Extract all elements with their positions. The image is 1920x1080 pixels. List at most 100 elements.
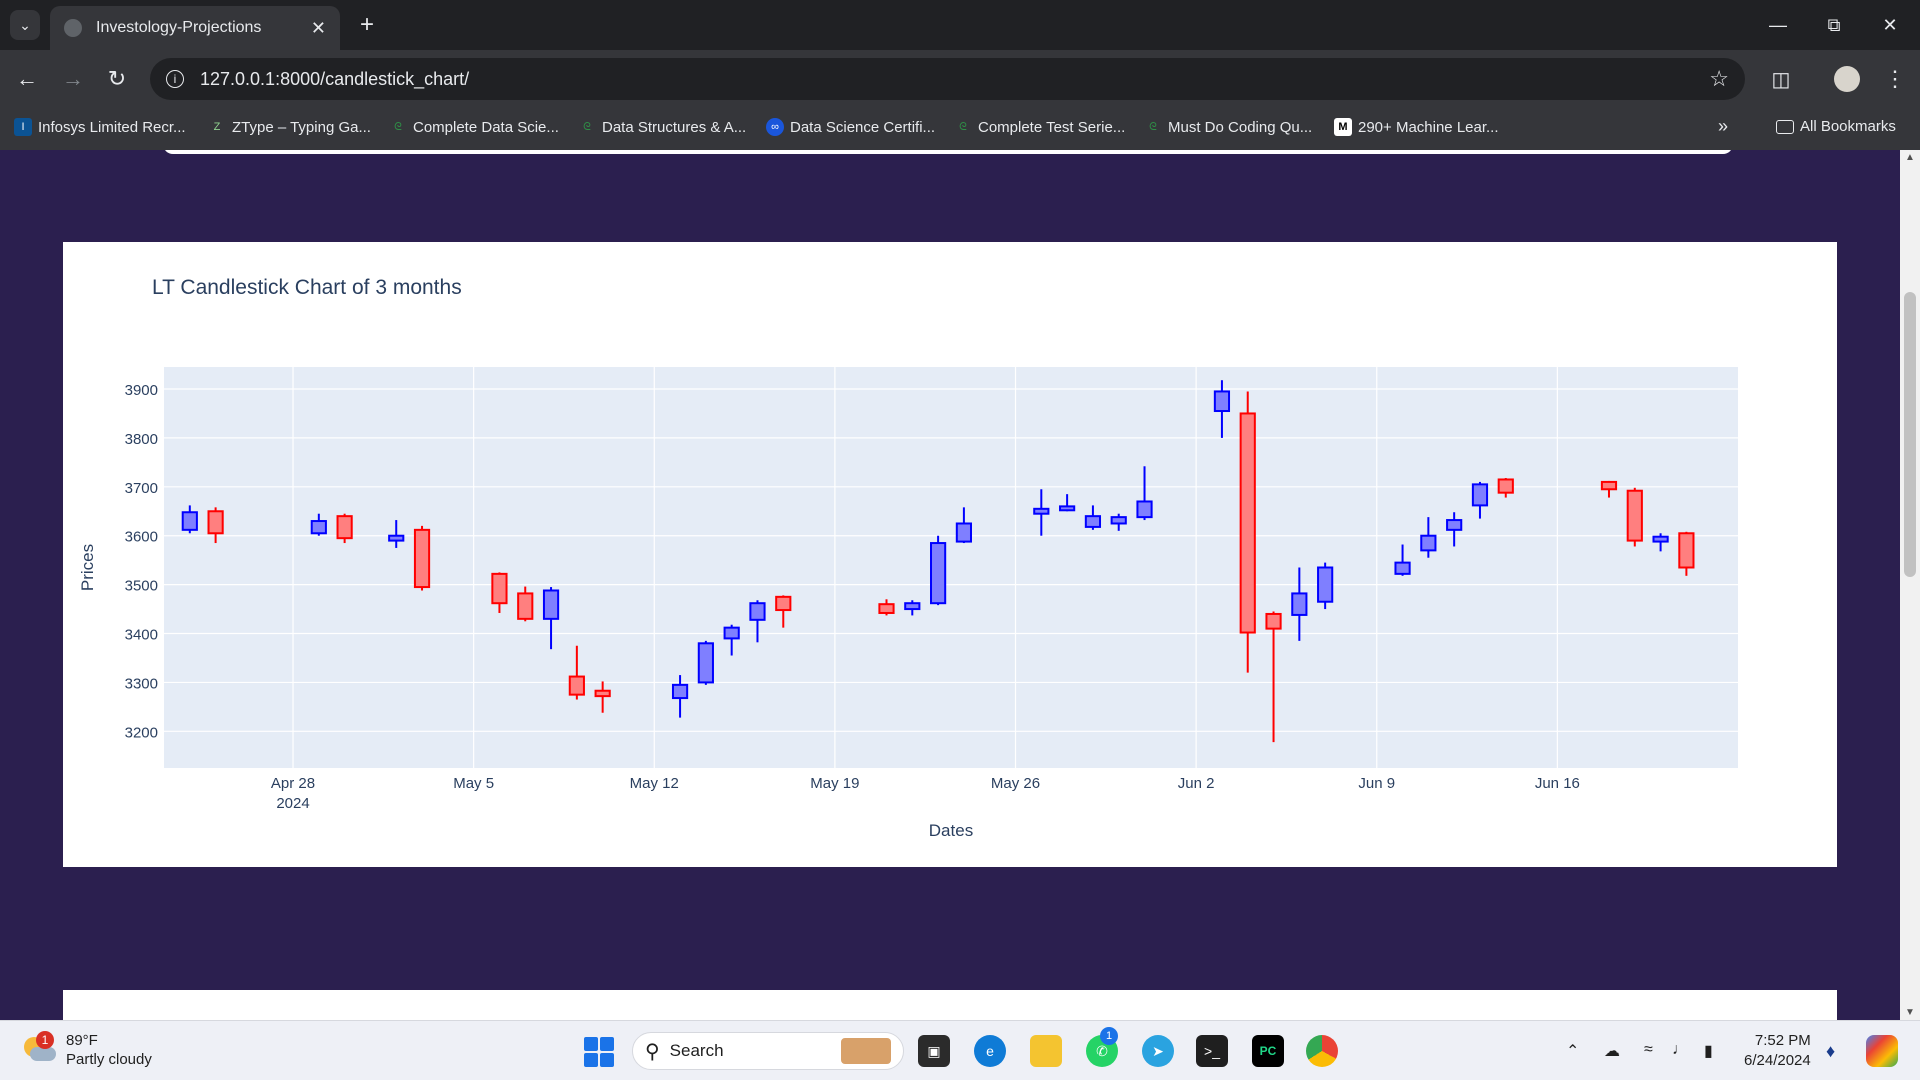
bookmarks-bar: I Infosys Limited Recr... Z ZType – Typing… [0, 108, 1920, 150]
candle-body [310, 520, 327, 535]
bookmark-data-structures[interactable]: ᘓ Data Structures & A... [578, 118, 746, 136]
tab-close-icon[interactable]: ✕ [311, 18, 326, 39]
bookmark-data-science-cert[interactable]: ∞ Data Science Certifi... [766, 118, 935, 136]
candle-body [1652, 535, 1669, 543]
taskbar-search[interactable]: ⚲ Search [632, 1032, 904, 1070]
window-close-button[interactable]: ✕ [1870, 10, 1910, 40]
bookmark-ml-projects[interactable]: M 290+ Machine Lear... [1334, 118, 1499, 136]
next-card [63, 990, 1837, 1020]
ztype-icon: Z [213, 121, 221, 133]
y-tick-label: 3300 [125, 675, 158, 692]
copilot-icon[interactable] [1866, 1035, 1898, 1067]
minimize-button[interactable]: — [1758, 10, 1798, 40]
address-bar[interactable]: i 127.0.0.1:8000/candlestick_chart/ ☆ [150, 58, 1745, 100]
candle-decreasing [336, 513, 353, 544]
task-view-icon[interactable]: ▣ [918, 1035, 950, 1067]
x-tick-label: Jun 9 [1358, 775, 1395, 792]
browser-menu-icon[interactable]: ⋮ [1880, 64, 1910, 94]
tab-title: Investology-Projections [96, 19, 262, 36]
more-bookmarks-button[interactable]: » [1718, 116, 1728, 137]
clock[interactable]: 7:52 PM 6/24/2024 [1744, 1031, 1811, 1071]
candle-body [1213, 390, 1231, 413]
taskbar: 1 89°F Partly cloudy ⚲ Search ▣ e ✆ 1 ➤ … [0, 1020, 1920, 1080]
weather-badge: 1 [36, 1031, 54, 1049]
telegram-icon[interactable]: ➤ [1142, 1035, 1174, 1067]
extensions-icon[interactable]: ◫ [1766, 64, 1796, 94]
bookmark-complete-data-science[interactable]: ᘓ Complete Data Scie... [389, 118, 559, 136]
forward-arrow-icon[interactable]: → [58, 64, 88, 94]
show-hidden-icons-icon[interactable]: ⌃ [1566, 1041, 1579, 1061]
candle-body [1497, 478, 1514, 494]
plot-area[interactable] [164, 367, 1738, 768]
y-tick-label: 3600 [125, 529, 158, 546]
candle-body [955, 522, 972, 543]
candle-body [1291, 592, 1308, 616]
volume-icon[interactable]: ♩ [1672, 1041, 1688, 1059]
candle-body [568, 675, 585, 696]
candle-body [1265, 612, 1282, 630]
edge-icon[interactable]: e [974, 1035, 1006, 1067]
y-tick-label: 3500 [125, 578, 158, 595]
reload-icon[interactable]: ↻ [102, 64, 132, 94]
candle-body [904, 602, 921, 611]
bookmark-complete-test-series[interactable]: ᘓ Complete Test Serie... [954, 118, 1125, 136]
candle-body [1084, 515, 1102, 528]
search-icon: ⚲ [645, 1040, 660, 1063]
back-arrow-icon[interactable]: ← [12, 64, 42, 94]
chrome-icon[interactable] [1306, 1035, 1338, 1067]
candle-body [1420, 534, 1437, 552]
candle-body [336, 515, 353, 540]
browser-toolbar: ← → ↻ i 127.0.0.1:8000/candlestick_chart… [0, 50, 1920, 108]
wifi-icon[interactable]: ≈ [1644, 1041, 1653, 1059]
all-bookmarks-button[interactable]: All Bookmarks [1776, 118, 1896, 135]
gfg-icon: ᘓ [394, 121, 402, 133]
bookmark-infosys[interactable]: I Infosys Limited Recr... [14, 118, 186, 136]
battery-icon[interactable]: ▮ [1704, 1041, 1713, 1061]
partly-cloudy-icon: 1 [22, 1031, 56, 1065]
browser-tab[interactable]: Investology-Projections ✕ [50, 6, 340, 50]
candle-body [1600, 480, 1618, 491]
onedrive-icon[interactable]: ☁ [1604, 1041, 1620, 1061]
x-tick-label: May 19 [810, 775, 859, 792]
scroll-thumb[interactable] [1904, 292, 1916, 577]
site-info-icon[interactable]: i [166, 70, 184, 88]
chart-title: LT Candlestick Chart of 3 months [152, 276, 462, 299]
folder-icon [1776, 119, 1794, 134]
restore-button[interactable]: ⧉ [1814, 10, 1854, 40]
chart-card: LT Candlestick Chart of 3 months 3200 330… [63, 242, 1837, 867]
scroll-down-arrow-icon[interactable]: ▼ [1900, 1007, 1920, 1018]
pycharm-icon[interactable]: PC [1252, 1035, 1284, 1067]
scroll-up-arrow-icon[interactable]: ▲ [1900, 152, 1920, 163]
url-text[interactable]: 127.0.0.1:8000/candlestick_chart/ [200, 69, 1709, 90]
x-axis-ticks: Apr 28 2024 May 5 May 12 May 19 May 26 Jun 2 Ju… [271, 775, 1580, 812]
y-tick-label: 3800 [125, 431, 158, 448]
candlestick-chart[interactable]: LT Candlestick Chart of 3 months 3200 330… [63, 242, 1837, 867]
previous-card [163, 150, 1733, 154]
link-icon: ∞ [766, 118, 784, 136]
candle-body [517, 592, 534, 620]
notification-bell-icon[interactable]: ♦ [1826, 1041, 1835, 1062]
bookmark-must-do-coding[interactable]: ᘓ Must Do Coding Qu... [1144, 118, 1312, 136]
tab-strip: ⌄ Investology-Projections ✕ + — ⧉ ✕ [0, 0, 1920, 50]
page-content: LT Candlestick Chart of 3 months 3200 330… [0, 150, 1900, 1020]
candle-body [1626, 489, 1643, 542]
profile-avatar[interactable] [1834, 66, 1860, 92]
file-explorer-icon[interactable] [1030, 1035, 1062, 1067]
tab-search-button[interactable]: ⌄ [10, 10, 40, 40]
terminal-icon[interactable]: >_ [1196, 1035, 1228, 1067]
page-scrollbar[interactable]: ▲ ▼ [1900, 150, 1920, 1020]
infosys-icon: I [14, 118, 32, 136]
weather-widget[interactable]: 1 89°F Partly cloudy [22, 1031, 152, 1069]
gfg-icon: ᘓ [583, 121, 591, 133]
bookmark-star-icon[interactable]: ☆ [1709, 66, 1729, 92]
new-tab-button[interactable]: + [352, 10, 382, 40]
bookmark-ztype[interactable]: Z ZType – Typing Ga... [208, 118, 371, 136]
candle-body [878, 603, 895, 614]
candle-body [1033, 507, 1050, 515]
candle-body [594, 689, 611, 698]
x-tick-label: May 12 [630, 775, 679, 792]
start-button[interactable] [584, 1037, 614, 1067]
medium-icon: M [1334, 118, 1352, 136]
candle-decreasing [1239, 391, 1256, 673]
x-tick-label: May 26 [991, 775, 1040, 792]
